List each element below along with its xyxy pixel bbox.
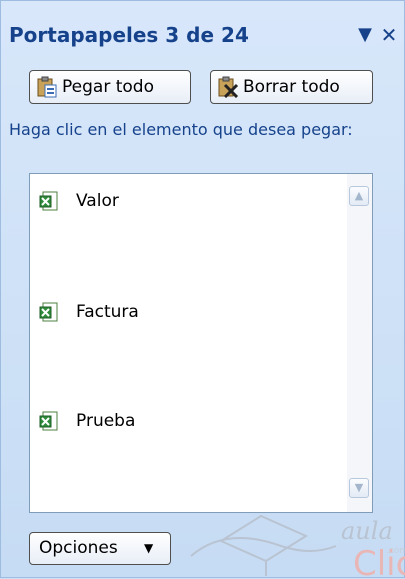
vertical-scrollbar[interactable]: ▲ ▼: [347, 174, 372, 512]
clipboard-pane: Portapapeles 3 de 24 ▼ ✕ Pegar todo Borr…: [0, 0, 405, 579]
options-button[interactable]: Opciones ▼: [29, 532, 171, 565]
aulaclic-watermark-logo: aula Clic .com: [190, 514, 405, 579]
clipboard-item-label: Valor: [76, 191, 119, 211]
options-label: Opciones: [39, 538, 118, 558]
dropdown-arrow-icon[interactable]: ▼: [354, 21, 376, 49]
clipboard-item-factura[interactable]: Factura: [39, 297, 339, 327]
clipboard-item-valor[interactable]: Valor: [39, 186, 339, 216]
paste-all-button[interactable]: Pegar todo: [29, 70, 191, 104]
close-icon[interactable]: ✕: [378, 21, 400, 49]
clipboard-item-label: Prueba: [76, 411, 136, 431]
pane-title-bar: Portapapeles 3 de 24 ▼ ✕: [9, 21, 401, 51]
excel-icon: [39, 411, 58, 431]
clipboard-item-label: Factura: [76, 302, 139, 322]
clipboard-items-list: Valor Factura Prueba ▲ ▼: [29, 173, 373, 513]
scroll-up-icon[interactable]: ▲: [349, 186, 369, 206]
instruction-text: Haga clic en el elemento que desea pegar…: [9, 120, 353, 139]
paste-all-icon: [37, 76, 57, 98]
excel-icon: [39, 302, 58, 322]
paste-all-label: Pegar todo: [62, 77, 154, 97]
pane-title: Portapapeles 3 de 24: [9, 23, 249, 47]
clear-all-button[interactable]: Borrar todo: [210, 70, 373, 104]
clear-all-label: Borrar todo: [243, 77, 340, 97]
clear-all-icon: [218, 76, 239, 98]
scroll-down-icon[interactable]: ▼: [349, 478, 369, 498]
svg-text:.com: .com: [386, 546, 405, 556]
svg-text:aula: aula: [341, 517, 393, 545]
clipboard-item-prueba[interactable]: Prueba: [39, 406, 339, 436]
chevron-down-icon: ▼: [144, 541, 154, 555]
excel-icon: [39, 191, 58, 211]
